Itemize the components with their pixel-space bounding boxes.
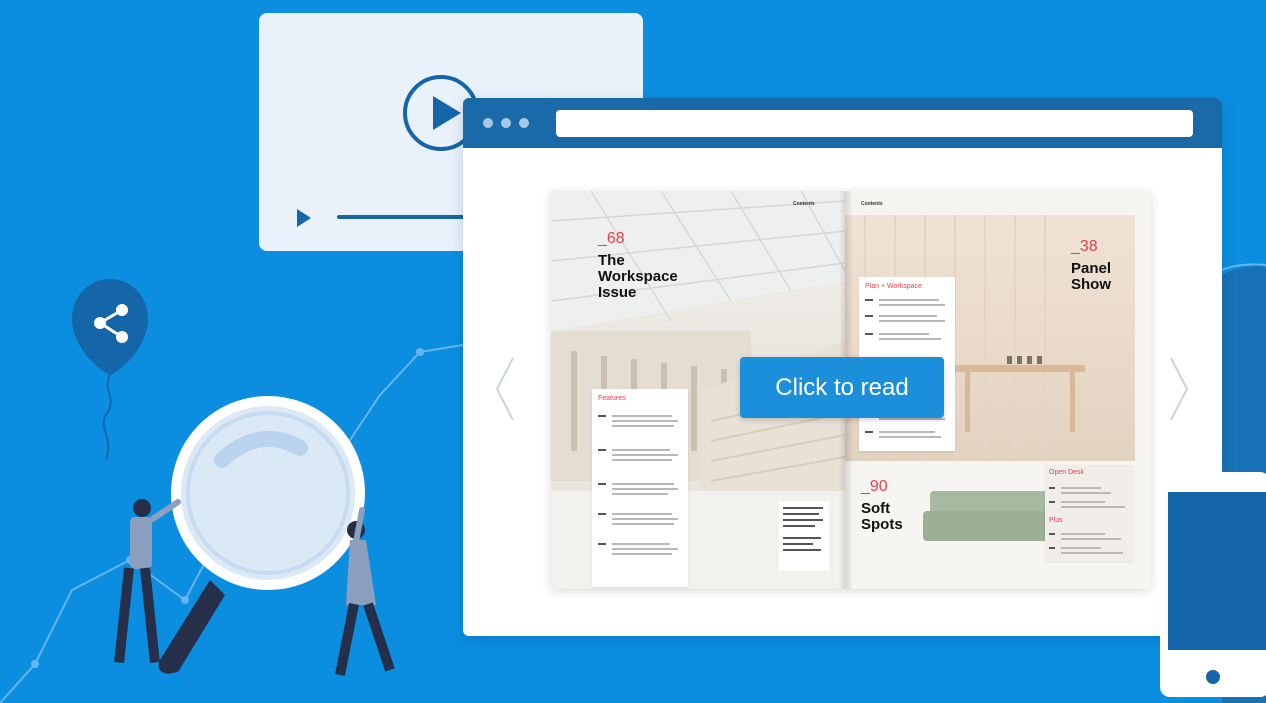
chevron-left-icon[interactable] bbox=[493, 354, 517, 424]
click-to-read-button[interactable]: Click to read bbox=[740, 357, 944, 418]
browser-dot bbox=[501, 118, 511, 128]
browser-window: Contents _68 The Workspace Issue Feature… bbox=[463, 98, 1222, 636]
soft-spots-title-line-2: Spots bbox=[861, 516, 903, 533]
open-desk-box: Open Desk Plus bbox=[1045, 465, 1133, 561]
address-bar[interactable] bbox=[556, 110, 1193, 137]
left-page-header: Contents bbox=[793, 201, 815, 207]
open-desk-heading: Open Desk bbox=[1049, 469, 1085, 476]
issue-number: _68 bbox=[598, 230, 625, 247]
features-toc: Features bbox=[592, 389, 688, 587]
features-heading: Features bbox=[598, 395, 626, 402]
magnifier-icon bbox=[171, 396, 365, 590]
phone-screen bbox=[1168, 492, 1266, 650]
chevron-right-icon[interactable] bbox=[1167, 354, 1191, 424]
issue-title-line-1: The bbox=[598, 252, 625, 269]
issue-title-line-3: Issue bbox=[598, 284, 637, 301]
browser-dot bbox=[483, 118, 493, 128]
issue-title-line-2: Workspace bbox=[598, 268, 678, 285]
soft-spots-number: _90 bbox=[861, 478, 888, 495]
right-page-header: Contents bbox=[861, 201, 883, 207]
browser-title-bar bbox=[463, 98, 1222, 148]
play-icon[interactable] bbox=[297, 209, 311, 227]
plus-heading: Plus bbox=[1049, 517, 1063, 524]
browser-dot bbox=[519, 118, 529, 128]
magnifier-illustration bbox=[114, 396, 395, 676]
phone-mockup bbox=[1160, 472, 1266, 697]
panel-show-title-line-2: Show bbox=[1071, 276, 1111, 293]
soft-spots-title-line-1: Soft bbox=[861, 500, 891, 517]
phone-home-button bbox=[1206, 670, 1220, 684]
panel-show-title-line-1: Panel bbox=[1071, 260, 1112, 277]
plan-workspace-heading: Plan + Workspace bbox=[865, 283, 922, 290]
panel-show-number: _38 bbox=[1071, 238, 1098, 255]
